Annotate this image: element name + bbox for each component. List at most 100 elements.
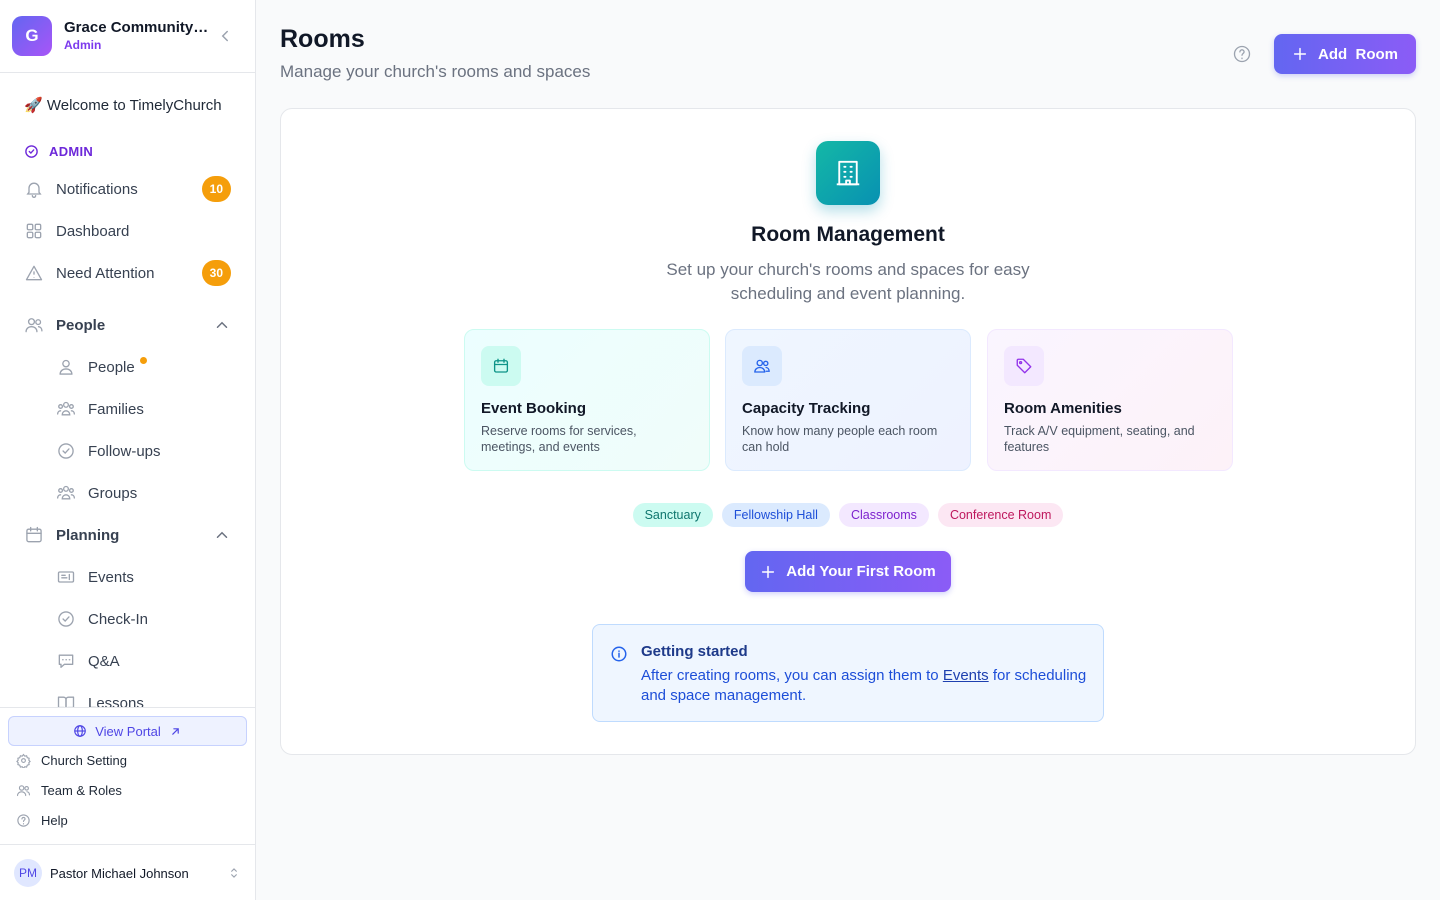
nav-item-qa[interactable]: Q&A [56,649,231,673]
collapse-sidebar-icon[interactable] [216,27,234,45]
page-subtitle: Manage your church's rooms and spaces [280,62,591,81]
nav-label: Planning [56,526,120,544]
nav-label: People [56,316,106,334]
getting-started-info: Getting started After creating rooms, yo… [592,624,1104,722]
globe-icon [73,724,87,738]
help-link[interactable]: Help [16,813,68,828]
nav-label: People [88,358,135,376]
org-name: Grace Community Church [64,19,210,36]
section-label-admin: ADMIN [24,144,93,159]
nav-item-events[interactable]: Events [56,565,231,589]
new-indicator-dot [139,356,147,364]
chat-icon [56,651,76,671]
check-circle-icon [56,609,76,629]
feature-description: Track A/V equipment, seating, and featur… [1004,424,1195,454]
chip-conference-room: Conference Room [937,503,1064,527]
feature-description: Know how many people each room can hold [742,424,938,454]
external-link-icon [169,725,182,738]
room-examples: Sanctuary Fellowship Hall Classrooms Con… [281,503,1415,527]
plus-icon [760,564,776,580]
calendar-icon [481,346,521,386]
nav-label: Follow-ups [88,442,161,460]
chip-sanctuary: Sanctuary [632,503,713,527]
org-switcher[interactable]: G Grace Community Church Admin [0,0,255,73]
info-text: After creating rooms, you can assign the… [641,667,1087,704]
feature-title: Event Booking [481,400,587,417]
bell-icon [24,179,44,199]
nav-label: Notifications [56,180,138,198]
ticket-icon [56,567,76,587]
calendar-icon [24,525,44,545]
add-room-button[interactable]: Add Room [1274,34,1416,74]
grid-icon [24,221,44,241]
nav-item-need-attention[interactable]: Need Attention 30 [24,260,231,286]
nav-item-follow-ups[interactable]: Follow-ups [56,439,231,463]
nav-label: Groups [88,484,138,502]
nav-item-groups[interactable]: Groups [56,481,231,505]
nav-scroll-area[interactable]: 🚀 Welcome to TimelyChurch ADMIN Notifica… [0,74,255,707]
building-icon [816,141,880,205]
empty-state-card: Room Management Set up your church's roo… [280,108,1416,755]
chevron-up-icon[interactable] [213,316,231,334]
church-setting-link[interactable]: Church Setting [16,753,127,768]
chevron-up-down-icon [227,866,241,880]
book-icon [56,693,76,707]
feature-title: Room Amenities [1004,400,1122,417]
feature-card-room-amenities: Room Amenities Track A/V equipment, seat… [987,329,1233,471]
group-icon [56,483,76,503]
feature-title: Capacity Tracking [742,400,871,417]
user-icon [56,357,76,377]
nav-item-check-in[interactable]: Check-In [56,607,231,631]
team-roles-link[interactable]: Team & Roles [16,783,122,798]
nav-label: Check-In [88,610,149,628]
chip-fellowship-hall: Fellowship Hall [721,503,830,527]
family-icon [56,399,76,419]
nav-item-lessons[interactable]: Lessons [56,691,231,707]
org-avatar: G [12,16,52,56]
user-name: Pastor Michael Johnson [50,866,189,881]
info-title: Getting started [641,643,748,660]
page-title: Rooms [280,25,365,53]
nav-group-people[interactable]: People [24,313,231,337]
help-icon[interactable] [1232,44,1252,64]
nav-item-dashboard[interactable]: Dashboard [24,219,231,243]
users-icon [742,346,782,386]
add-first-room-button[interactable]: Add Your First Room [745,551,951,592]
feature-card-capacity-tracking: Capacity Tracking Know how many people e… [725,329,971,471]
nav-item-families[interactable]: Families [56,397,231,421]
feature-card-event-booking: Event Booking Reserve rooms for services… [464,329,710,471]
nav-label: Need Attention [56,264,155,282]
nav-label: Events [88,568,134,586]
nav-item-notifications[interactable]: Notifications 10 [24,176,231,202]
check-circle-icon [56,441,76,461]
events-link[interactable]: Events [943,667,989,684]
question-circle-icon [16,813,31,828]
nav-label: Families [88,400,144,418]
nav-label: Dashboard [56,222,130,240]
nav-welcome[interactable]: 🚀 Welcome to TimelyChurch [24,96,222,114]
notifications-badge: 10 [201,176,231,202]
chip-classrooms: Classrooms [838,503,929,527]
view-portal-button[interactable]: View Portal [8,716,247,746]
info-icon [610,645,628,663]
user-menu[interactable]: PM Pastor Michael Johnson [0,844,255,900]
nav-label: Q&A [88,652,120,670]
empty-state-description: Set up your church's rooms and spaces fo… [666,260,1030,303]
nav-item-people[interactable]: People [56,355,231,379]
warning-icon [24,263,44,283]
org-role: Admin [64,38,102,52]
chevron-up-icon[interactable] [213,526,231,544]
sidebar: G Grace Community Church Admin 🚀 Welcome… [0,0,256,900]
nav-group-planning[interactable]: Planning [24,523,231,547]
feature-description: Reserve rooms for services, meetings, an… [481,424,637,454]
users-icon [24,315,44,335]
plus-icon [1292,46,1308,62]
check-circle-icon [24,144,39,159]
need-attention-badge: 30 [201,260,231,286]
sidebar-footer: View Portal Church Setting Team & Roles … [0,707,255,900]
avatar: PM [14,859,42,887]
nav-label: Lessons [88,694,144,708]
tag-icon [1004,346,1044,386]
users-icon [16,783,31,798]
empty-state-title: Room Management [751,223,945,246]
